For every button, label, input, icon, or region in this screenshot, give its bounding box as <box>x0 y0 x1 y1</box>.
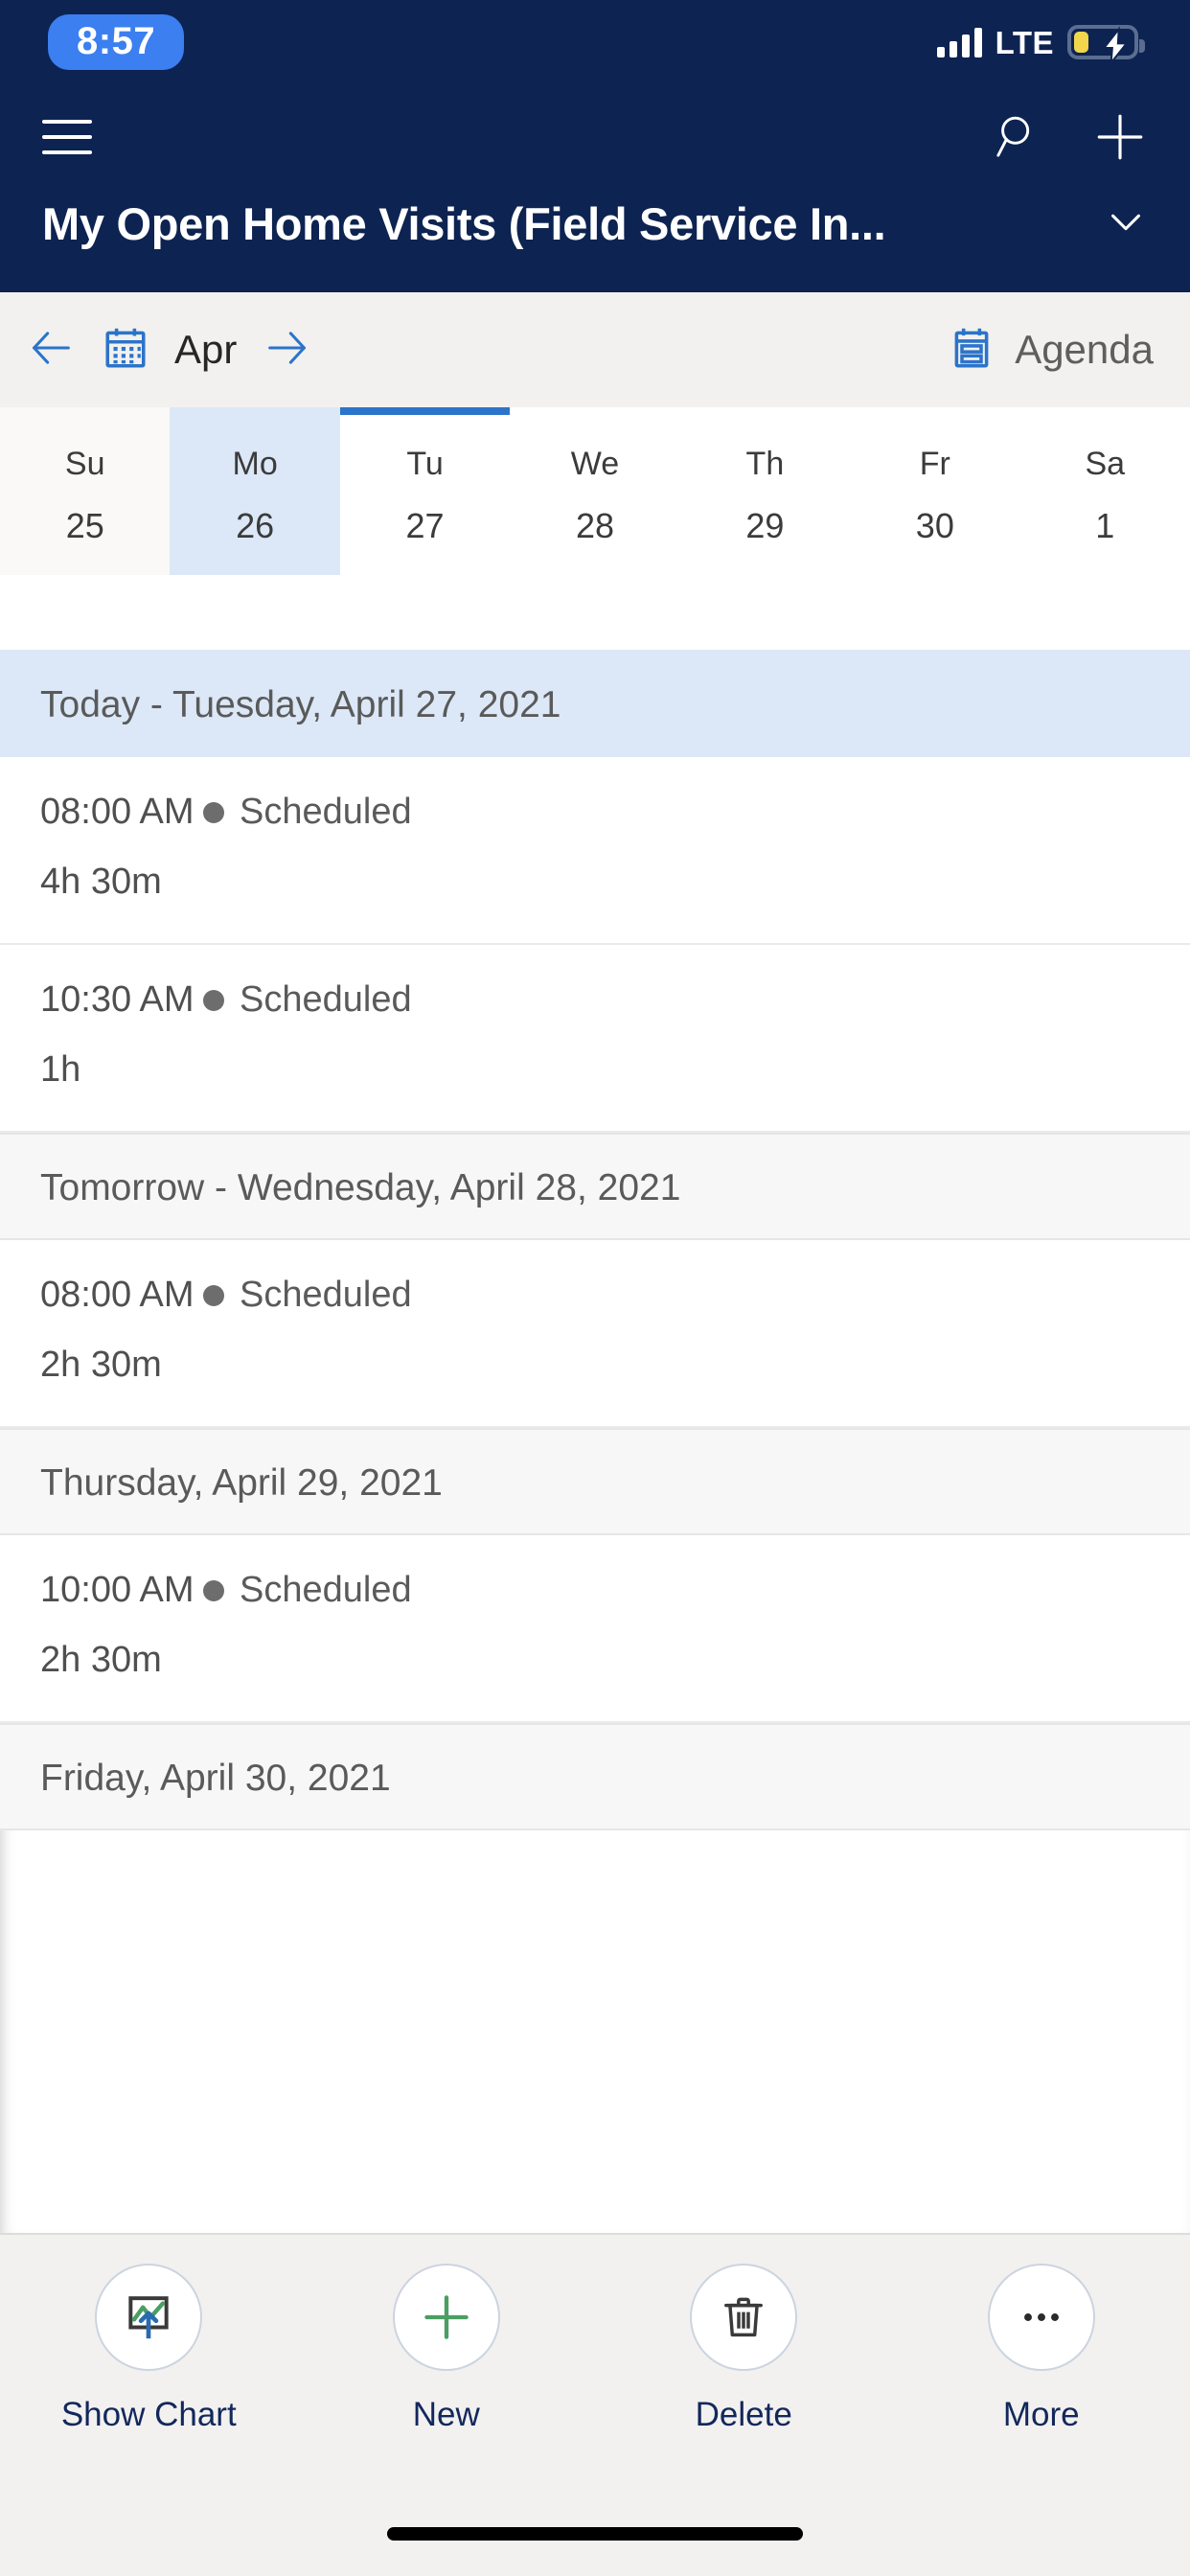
current-month-label: Apr <box>174 327 238 372</box>
status-bar: 8:57 LTE <box>0 0 1190 84</box>
app-header: My Open Home Visits (Field Service In... <box>0 84 1190 292</box>
status-dot-icon <box>203 1284 224 1306</box>
appointment-time-status: 10:00 AM Scheduled <box>40 1570 1150 1611</box>
week-day-cell-su[interactable]: Su 25 <box>0 407 171 575</box>
week-day-cell-sa[interactable]: Sa 1 <box>1019 407 1190 575</box>
appointment-time-status: 08:00 AM Scheduled <box>40 1275 1150 1316</box>
agenda-appointment-row[interactable]: 10:30 AM Scheduled 1h <box>0 945 1190 1133</box>
status-dot-icon <box>203 989 224 1011</box>
week-day-number: 28 <box>575 505 614 545</box>
agenda-appointment-row[interactable]: 08:00 AM Scheduled 2h 30m <box>0 1240 1190 1428</box>
week-day-name: Th <box>745 445 785 482</box>
week-day-name: We <box>570 445 620 482</box>
week-day-name: Fr <box>919 445 950 482</box>
week-day-name: Tu <box>406 445 444 482</box>
week-day-name: Su <box>64 445 105 482</box>
status-dot-icon <box>203 801 224 823</box>
appointment-status-label: Scheduled <box>240 1275 412 1315</box>
header-title-row[interactable]: My Open Home Visits (Field Service In... <box>42 190 1148 292</box>
agenda-view-button[interactable]: Agenda <box>948 324 1154 377</box>
trash-icon <box>690 2264 798 2371</box>
appointment-time-status: 08:00 AM Scheduled <box>40 792 1150 833</box>
status-dot-icon <box>203 1579 224 1601</box>
command-label: More <box>1002 2396 1080 2433</box>
status-indicators: LTE <box>936 24 1145 66</box>
appointment-status-badge: Scheduled <box>203 1570 412 1611</box>
week-day-number: 25 <box>65 505 104 545</box>
appointment-start-time: 08:00 AM <box>40 1275 195 1315</box>
week-day-strip: Su 25 Mo 26 Tu 27 We 28 Th 29 Fr 30 Sa 1 <box>0 407 1190 575</box>
arrow-left-icon[interactable] <box>27 323 77 378</box>
appointment-duration: 4h 30m <box>40 862 162 902</box>
appointment-start-time: 10:00 AM <box>40 1570 195 1610</box>
command-delete-button[interactable]: Delete <box>595 2264 893 2434</box>
appointment-status-label: Scheduled <box>240 979 412 1020</box>
ellipsis-icon <box>987 2264 1095 2371</box>
command-bar: Show Chart New Delete More <box>0 2233 1190 2492</box>
week-day-number: 30 <box>915 505 954 545</box>
header-actions <box>993 109 1148 165</box>
chevron-down-icon[interactable] <box>1104 199 1148 248</box>
week-day-cell-mo[interactable]: Mo 26 <box>170 407 340 575</box>
agenda-section-header: Today - Tuesday, April 27, 2021 <box>0 650 1190 757</box>
week-day-cell-tu[interactable]: Tu 27 <box>339 407 511 575</box>
search-icon[interactable] <box>993 111 1044 163</box>
signal-bars-icon <box>936 27 982 58</box>
week-day-cell-we[interactable]: We 28 <box>510 407 680 575</box>
home-indicator[interactable] <box>387 2527 803 2541</box>
network-type-label: LTE <box>995 24 1054 60</box>
week-day-number: 29 <box>745 505 785 545</box>
charging-bolt-icon <box>1102 26 1129 66</box>
page-title: My Open Home Visits (Field Service In... <box>42 198 886 249</box>
appointment-start-time: 10:30 AM <box>40 979 195 1020</box>
month-navigation-bar: Apr Agenda <box>0 292 1190 407</box>
plus-icon <box>392 2264 500 2371</box>
agenda-top-spacer <box>0 575 1190 650</box>
agenda-section-header: Tomorrow - Wednesday, April 28, 2021 <box>0 1133 1190 1240</box>
appointment-status-badge: Scheduled <box>203 792 412 833</box>
appointment-time-status: 10:30 AM Scheduled <box>40 979 1150 1021</box>
week-day-number: 27 <box>405 505 445 545</box>
agenda-section-header: Thursday, April 29, 2021 <box>0 1428 1190 1535</box>
agenda-list-icon <box>948 324 995 377</box>
arrow-right-icon[interactable] <box>262 323 311 378</box>
status-clock: 8:57 <box>48 14 185 70</box>
week-day-number: 26 <box>236 505 275 545</box>
appointment-duration: 2h 30m <box>40 1640 162 1680</box>
battery-charging-icon <box>1067 25 1145 66</box>
home-indicator-area <box>0 2492 1190 2576</box>
appointment-status-label: Scheduled <box>240 792 412 832</box>
command-label: Delete <box>695 2396 792 2433</box>
hamburger-menu-icon[interactable] <box>42 118 92 156</box>
appointment-status-badge: Scheduled <box>203 1275 412 1316</box>
command-label: New <box>412 2396 480 2433</box>
agenda-view-label: Agenda <box>1015 327 1154 372</box>
plus-icon[interactable] <box>1092 109 1148 165</box>
week-day-number: 1 <box>1095 505 1115 545</box>
today-indicator-bar <box>339 407 511 415</box>
chart-icon <box>95 2264 203 2371</box>
agenda-list[interactable]: Today - Tuesday, April 27, 2021 08:00 AM S… <box>0 575 1190 2233</box>
command-label: Show Chart <box>60 2396 237 2433</box>
appointment-duration: 1h <box>40 1049 81 1090</box>
command-show-chart-button[interactable]: Show Chart <box>0 2264 298 2434</box>
appointment-duration: 2h 30m <box>40 1345 162 1385</box>
agenda-appointment-row[interactable]: 10:00 AM Scheduled 2h 30m <box>0 1535 1190 1723</box>
command-more-button[interactable]: More <box>893 2264 1190 2434</box>
agenda-appointment-row[interactable]: 08:00 AM Scheduled 4h 30m <box>0 757 1190 945</box>
week-day-cell-fr[interactable]: Fr 30 <box>850 407 1020 575</box>
appointment-status-label: Scheduled <box>240 1570 412 1610</box>
appointment-status-badge: Scheduled <box>203 979 412 1021</box>
calendar-icon[interactable] <box>102 324 149 377</box>
command-new-button[interactable]: New <box>298 2264 596 2434</box>
header-icon-row <box>42 84 1148 190</box>
month-nav-group: Apr <box>27 323 311 378</box>
week-day-name: Sa <box>1085 445 1126 482</box>
appointment-start-time: 08:00 AM <box>40 792 195 832</box>
app-root: 8:57 LTE My Open Home Visits (Field Serv… <box>0 0 1190 2576</box>
week-day-cell-th[interactable]: Th 29 <box>679 407 851 575</box>
week-day-name: Mo <box>232 445 278 482</box>
agenda-section-header: Friday, April 30, 2021 <box>0 1723 1190 1830</box>
